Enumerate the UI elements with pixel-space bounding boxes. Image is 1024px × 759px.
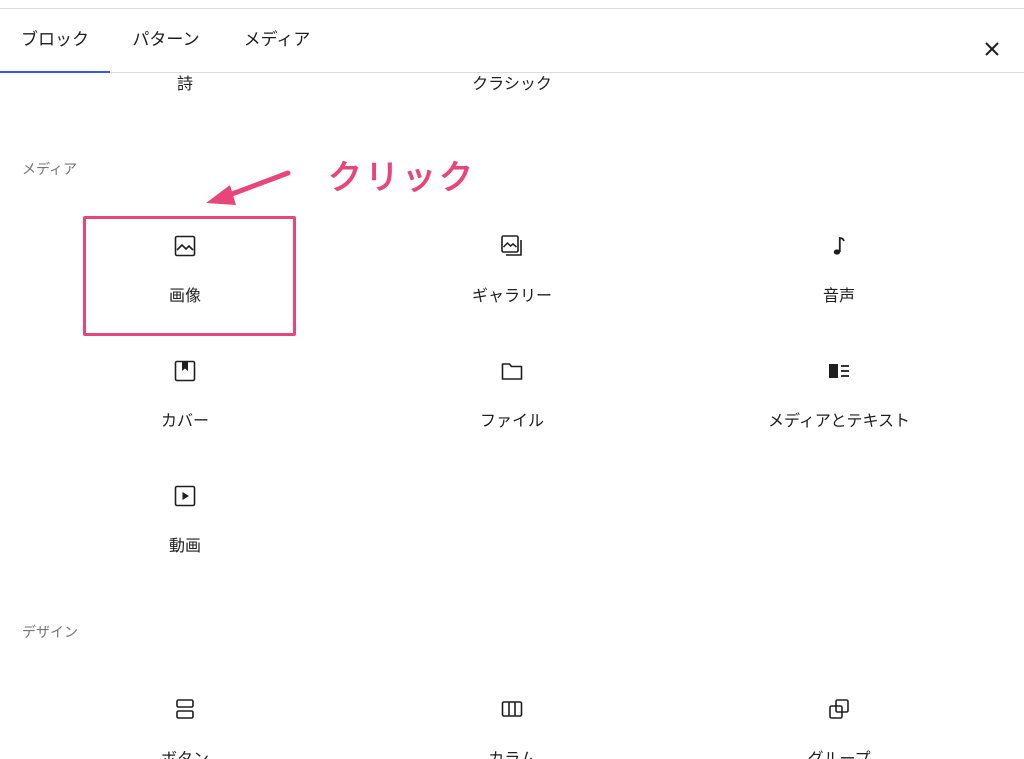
media-text-icon	[827, 359, 851, 383]
block-item-label: 画像	[168, 286, 201, 305]
block-item-media-text[interactable]: メディアとテキスト	[729, 347, 949, 457]
columns-icon	[500, 697, 524, 721]
block-item-columns[interactable]: カラム	[402, 685, 622, 759]
block-item-gallery[interactable]: ギャラリー	[402, 222, 622, 332]
annotation-arrow-icon	[206, 170, 291, 205]
group-icon	[827, 697, 851, 721]
block-item-label: ギャラリー	[471, 286, 552, 305]
annotation-click-text: クリック	[328, 158, 476, 198]
tab-bar: ブロック パターン メディア	[0, 9, 1024, 73]
buttons-icon	[173, 697, 197, 721]
gallery-icon	[500, 234, 524, 258]
block-item-audio[interactable]: 音声	[729, 222, 949, 332]
tab-patterns[interactable]: パターン	[120, 9, 212, 72]
block-item-video[interactable]: 動画	[75, 472, 295, 582]
close-icon	[985, 42, 999, 56]
block-item-label: カバー	[160, 411, 209, 430]
block-item-poem-label[interactable]: 詩	[75, 70, 295, 94]
block-item-buttons[interactable]: ボタン	[75, 685, 295, 759]
block-item-image[interactable]: 画像	[75, 222, 295, 332]
file-icon	[500, 359, 524, 383]
tab-blocks[interactable]: ブロック	[0, 9, 110, 73]
audio-icon	[827, 234, 851, 258]
block-item-file[interactable]: ファイル	[402, 347, 622, 457]
block-item-group[interactable]: グループ	[729, 685, 949, 759]
block-item-label: ファイル	[479, 411, 544, 430]
block-item-label: グループ	[807, 749, 871, 759]
block-item-label: メディアとテキスト	[767, 411, 911, 430]
section-title-media: メディア	[22, 162, 78, 178]
block-item-label: 音声	[822, 286, 855, 305]
video-icon	[173, 484, 197, 508]
tab-media[interactable]: メディア	[232, 9, 322, 72]
image-icon	[173, 234, 197, 258]
block-inserter-panel: ブロック パターン メディア 詩 クラシック メディア 画像 ギャラリー 音声 …	[0, 0, 1024, 759]
section-title-design: デザイン	[22, 625, 78, 641]
close-button[interactable]	[978, 35, 1006, 63]
block-item-label: 動画	[168, 536, 201, 555]
block-item-cover[interactable]: カバー	[75, 347, 295, 457]
block-item-label: ボタン	[160, 749, 209, 759]
block-item-classic-label[interactable]: クラシック	[402, 70, 622, 94]
block-item-label: カラム	[488, 749, 536, 759]
cover-icon	[173, 359, 197, 383]
